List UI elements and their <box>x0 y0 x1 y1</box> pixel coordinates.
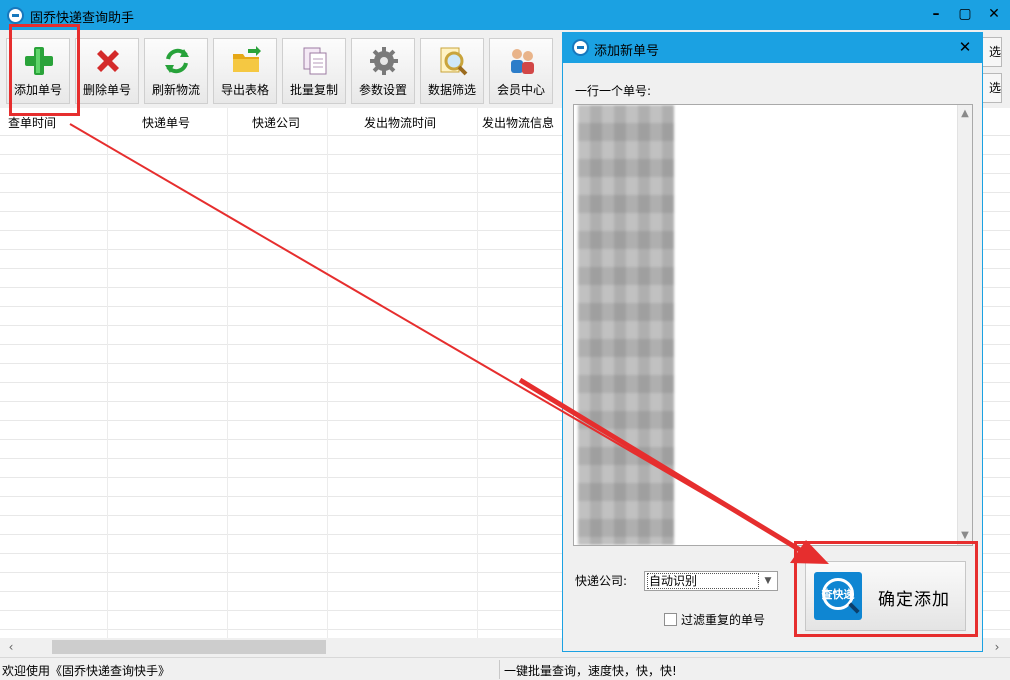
add-number-dialog: 添加新单号 ✕ 一行一个单号: ▲ ▼ 快递公司: 自动识别 ▼ 过滤重复的单号… <box>562 32 983 652</box>
column-divider <box>327 108 328 638</box>
column-divider <box>477 108 478 638</box>
app-logo-icon <box>7 7 24 24</box>
logo-text: 查快递 <box>821 588 855 601</box>
column-divider <box>107 108 108 638</box>
tracking-numbers-input[interactable]: ▲ ▼ <box>573 104 973 546</box>
batch-copy-label: 批量复制 <box>289 83 338 97</box>
refresh-logistics-label: 刷新物流 <box>151 83 200 97</box>
plus-icon <box>25 47 53 75</box>
column-header[interactable]: 发出物流时间 <box>364 114 436 131</box>
title-bar: 固乔快递查询助手 – ▢ ✕ <box>0 0 1010 30</box>
delete-number-label: 删除单号 <box>82 83 131 97</box>
close-button[interactable]: ✕ <box>982 4 1006 26</box>
column-divider <box>227 108 228 638</box>
input-label: 一行一个单号: <box>575 84 652 98</box>
delete-number-button[interactable]: 删除单号 <box>75 38 139 104</box>
member-center-button[interactable]: 会员中心 <box>489 38 553 104</box>
copy-icon <box>303 47 327 75</box>
batch-copy-button[interactable]: 批量复制 <box>282 38 346 104</box>
dialog-close-icon[interactable]: ✕ <box>954 36 976 58</box>
refresh-icon <box>165 48 189 74</box>
company-label: 快递公司: <box>575 574 628 588</box>
status-welcome: 欢迎使用《固乔快递查询快手》 <box>2 664 171 678</box>
status-slogan: 一键批量查询，速度快，快，快! <box>504 664 677 678</box>
column-header[interactable]: 发出物流信息 <box>482 114 554 131</box>
settings-button[interactable]: 参数设置 <box>351 38 415 104</box>
data-filter-button[interactable]: 数据筛选 <box>420 38 484 104</box>
magnifier-icon <box>440 47 468 76</box>
dialog-title-bar: 添加新单号 ✕ <box>563 33 982 63</box>
scroll-up-icon[interactable]: ▲ <box>958 107 972 121</box>
maximize-button[interactable]: ▢ <box>953 4 977 26</box>
gear-icon <box>370 47 398 75</box>
users-icon <box>511 49 534 74</box>
folder-export-icon <box>233 46 261 72</box>
filter-duplicates-label[interactable]: 过滤重复的单号 <box>681 611 765 628</box>
data-filter-label: 数据筛选 <box>427 83 476 97</box>
company-select[interactable]: 自动识别 ▼ <box>644 571 778 591</box>
minimize-button[interactable]: – <box>924 4 948 26</box>
chevron-down-icon[interactable]: ▼ <box>761 572 775 590</box>
status-bar: 欢迎使用《固乔快递查询快手》 一键批量查询，速度快，快，快! <box>0 657 1010 680</box>
refresh-logistics-button[interactable]: 刷新物流 <box>144 38 208 104</box>
filter-duplicates-checkbox[interactable] <box>664 613 677 626</box>
column-header[interactable]: 查单时间 <box>8 114 56 131</box>
scroll-right-icon[interactable]: › <box>990 640 1004 654</box>
add-number-button[interactable]: 添加单号 <box>6 38 70 104</box>
side-chip-label: 选 <box>988 81 1001 95</box>
export-table-label: 导出表格 <box>220 83 269 97</box>
column-header[interactable]: 快递单号 <box>142 114 190 131</box>
side-chip-label: 选 <box>988 45 1001 59</box>
window-title: 固乔快递查询助手 <box>30 11 135 26</box>
express-search-logo-icon: 查快递 <box>814 572 862 620</box>
confirm-add-button[interactable]: 查快递 确定添加 <box>805 561 966 631</box>
confirm-add-label: 确定添加 <box>878 590 950 610</box>
member-center-label: 会员中心 <box>496 83 545 97</box>
scroll-left-icon[interactable]: ‹ <box>4 640 18 654</box>
scroll-thumb[interactable] <box>52 640 326 654</box>
delete-x-icon <box>97 50 119 72</box>
scroll-down-icon[interactable]: ▼ <box>958 529 972 543</box>
export-table-button[interactable]: 导出表格 <box>213 38 277 104</box>
add-number-label: 添加单号 <box>13 83 62 97</box>
company-select-value: 自动识别 <box>647 573 759 589</box>
blurred-tracking-numbers <box>578 105 674 545</box>
dialog-title: 添加新单号 <box>594 44 660 59</box>
status-divider <box>499 660 500 679</box>
dialog-logo-icon <box>572 39 589 56</box>
textarea-scrollbar[interactable]: ▲ ▼ <box>957 105 972 545</box>
settings-label: 参数设置 <box>358 83 407 97</box>
column-header[interactable]: 快递公司 <box>252 114 300 131</box>
logo-handle <box>848 602 860 614</box>
app-window: 固乔快递查询助手 – ▢ ✕ 添加单号 删除单号 刷新物流 导出表格 批量复制 … <box>0 0 1010 680</box>
